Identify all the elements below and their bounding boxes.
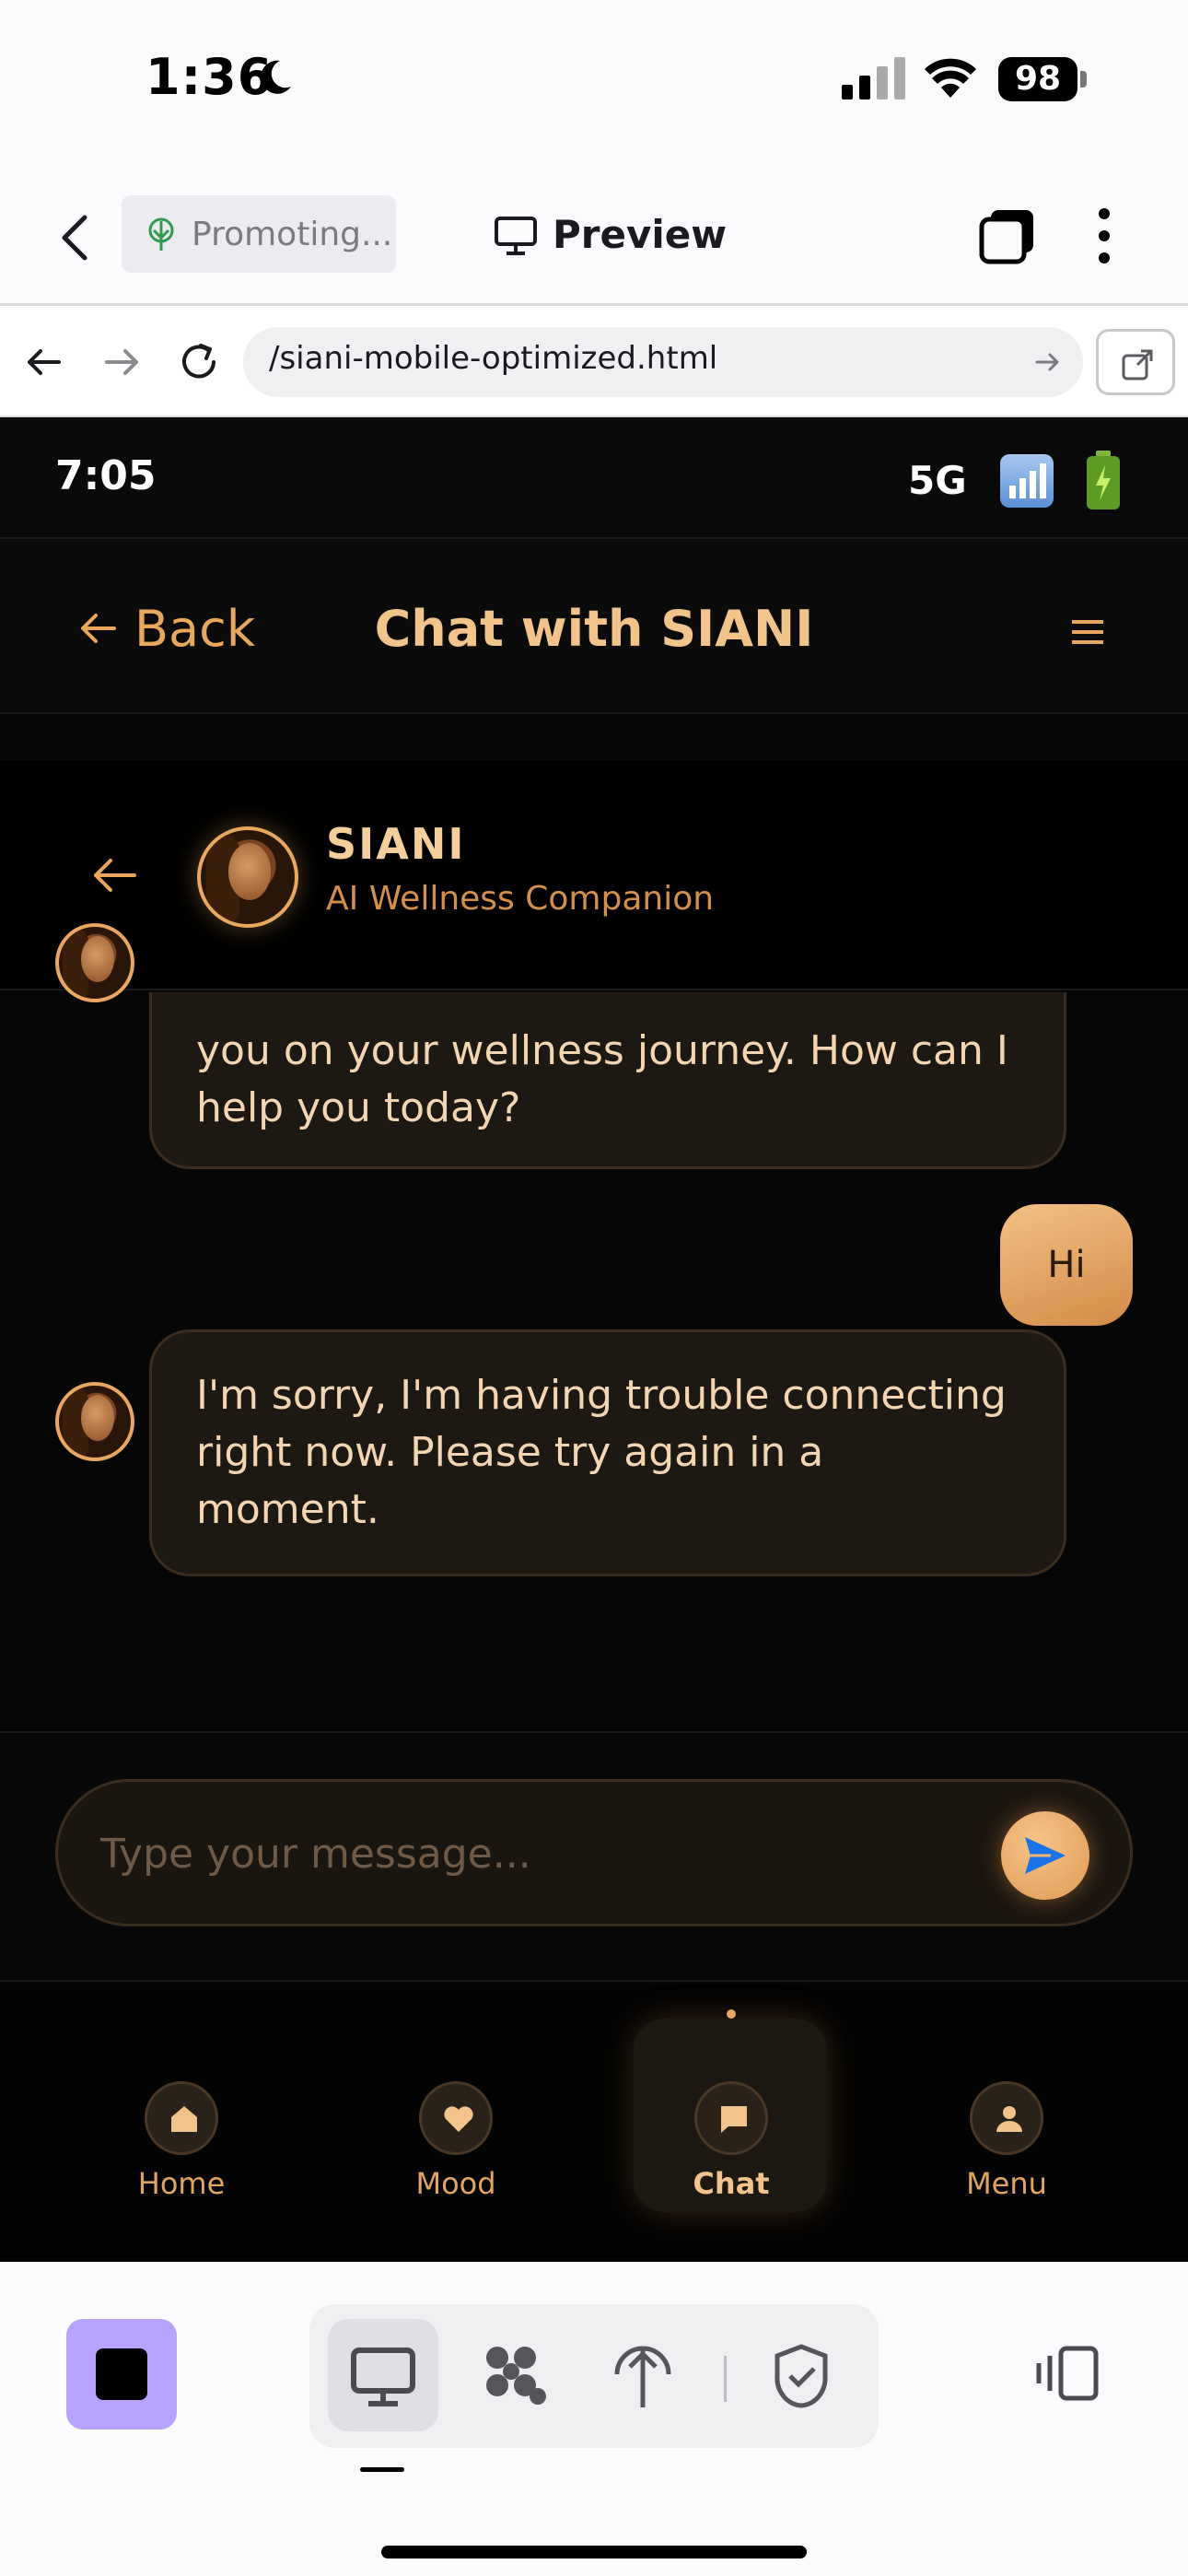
reload-icon[interactable]: [173, 336, 225, 388]
composer: [55, 1779, 1133, 1926]
user-message: Hi: [1000, 1204, 1133, 1326]
moon-icon: [261, 60, 291, 94]
browser-bottom-toolbar: [0, 2262, 1188, 2576]
promoting-chip[interactable]: Promoting...: [122, 195, 396, 273]
preview-label: Preview: [553, 212, 728, 257]
nav-item-mood[interactable]: Mood: [346, 1984, 540, 2262]
signal-strength-icon: [1000, 454, 1054, 508]
nav-label: Mood: [415, 2166, 496, 2201]
desktop-view-icon[interactable]: [346, 2339, 420, 2413]
home-indicator: [381, 2546, 807, 2558]
avatar: [55, 1382, 134, 1461]
more-options-icon[interactable]: [1098, 206, 1111, 265]
address-row: /siani-mobile-optimized.html: [0, 309, 1188, 417]
avatar: [197, 826, 298, 928]
stop-button[interactable]: [66, 2319, 177, 2430]
go-arrow-icon[interactable]: [1033, 347, 1063, 377]
bottom-navigation: Home Mood Chat Menu: [0, 1984, 1188, 2262]
nav-item-chat[interactable]: Chat: [622, 1984, 815, 2262]
battery-tip: [1080, 71, 1087, 88]
monitor-icon: [495, 217, 537, 255]
ai-message: you on your wellness journey. How can I …: [149, 992, 1066, 1169]
page-title: Chat with SIANI: [374, 600, 814, 658]
divider: [724, 2356, 727, 2402]
message-list: you on your wellness journey. How can I …: [0, 992, 1188, 1731]
tree-icon: [148, 217, 174, 251]
hamburger-menu-icon[interactable]: [1072, 618, 1103, 646]
nav-label: Chat: [693, 2166, 770, 2201]
stop-icon: [96, 2348, 147, 2400]
selected-underline: [360, 2467, 404, 2472]
app-viewport: 7:05 5G Back Chat with SIANI SIANI AI We…: [0, 417, 1188, 2262]
avatar: [55, 923, 134, 1002]
composer-area: [0, 1731, 1188, 1982]
browser-top-bar: Promoting... Preview: [0, 166, 1188, 306]
url-text: /siani-mobile-optimized.html: [269, 340, 718, 377]
sim-time: 7:05: [55, 452, 157, 499]
simulated-status-bar: 7:05 5G: [0, 417, 1188, 539]
message-input[interactable]: [100, 1819, 929, 1889]
open-external-button[interactable]: [1096, 329, 1175, 395]
chat-icon: [694, 2081, 768, 2155]
promoting-label: Promoting...: [192, 216, 393, 253]
publish-icon[interactable]: [606, 2339, 680, 2413]
battery-level: 98: [998, 57, 1077, 101]
user-icon: [970, 2081, 1043, 2155]
url-bar[interactable]: /siani-mobile-optimized.html: [243, 327, 1083, 397]
companion-subtitle: AI Wellness Companion: [326, 880, 715, 918]
back-arrow-icon[interactable]: [90, 856, 138, 895]
nav-label: Home: [137, 2166, 226, 2201]
external-link-icon: [1122, 349, 1153, 381]
companion-name: SIANI: [326, 819, 466, 869]
view-mode-switcher: [309, 2304, 879, 2448]
forward-arrow-icon[interactable]: [96, 336, 147, 388]
cellular-signal-icon: [842, 57, 905, 100]
nav-label: Menu: [966, 2166, 1047, 2201]
nav-item-menu[interactable]: Menu: [897, 1984, 1090, 2262]
home-icon: [145, 2081, 218, 2155]
avatar-face: [228, 843, 271, 900]
shield-check-icon[interactable]: [764, 2339, 838, 2413]
wifi-icon: [925, 58, 976, 98]
back-chevron-icon[interactable]: [57, 212, 94, 263]
app-header: Back Chat with SIANI: [0, 539, 1188, 714]
avatar-face: [81, 1395, 114, 1441]
avatar-face: [81, 936, 114, 982]
ios-status-bar: 1:36 98: [0, 0, 1188, 166]
grid-pattern-icon[interactable]: [477, 2339, 551, 2413]
network-label: 5G: [908, 458, 967, 503]
battery-icon: [1087, 451, 1120, 509]
send-icon: [1025, 1837, 1066, 1874]
heart-icon: [419, 2081, 493, 2155]
ai-message: I'm sorry, I'm having trouble connecting…: [149, 1329, 1066, 1576]
side-panel-icon[interactable]: [1033, 2343, 1100, 2404]
battery-indicator: 98: [998, 57, 1087, 101]
back-arrow-icon[interactable]: [18, 336, 70, 388]
companion-header: SIANI AI Wellness Companion: [0, 760, 1188, 990]
tabs-icon[interactable]: [978, 206, 1037, 265]
send-button[interactable]: [1001, 1811, 1089, 1900]
nav-item-home[interactable]: Home: [72, 1984, 265, 2262]
